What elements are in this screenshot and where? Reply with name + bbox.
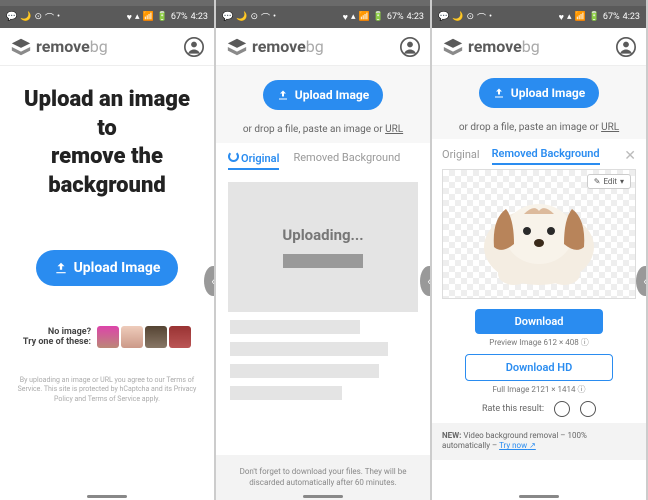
- sample-thumb[interactable]: [169, 326, 191, 348]
- logo-icon: [10, 36, 32, 58]
- spinner-icon: [228, 151, 239, 162]
- chevron-down-icon: ▾: [620, 177, 624, 186]
- tab-original[interactable]: Original: [228, 151, 279, 170]
- info-icon[interactable]: ⓘ: [578, 385, 586, 394]
- edit-button[interactable]: ✎Edit▾: [587, 174, 631, 189]
- discard-notice: Don't forget to download your files. The…: [216, 455, 430, 500]
- tab-removed-bg[interactable]: Removed Background: [293, 151, 400, 170]
- upload-image-button[interactable]: Upload Image: [263, 80, 383, 110]
- brand-logo[interactable]: removebg: [442, 36, 540, 58]
- uploading-text: Uploading...: [282, 226, 363, 244]
- app-header: removebg: [216, 28, 430, 66]
- try-now-link[interactable]: Try now ↗: [499, 441, 536, 450]
- logo-icon: [226, 36, 248, 58]
- status-bar: 💬🌙⊙⌒• ♥▴📶🔋67%4:23: [432, 6, 646, 28]
- no-image-text: No image?Try one of these:: [23, 327, 91, 349]
- dog-image: [464, 179, 614, 289]
- legal-text: By uploading an image or URL you agree t…: [0, 368, 214, 411]
- upload-preview: Uploading...: [228, 182, 418, 312]
- status-bar: 💬🌙⊙⌒• ♥▴📶🔋67%4:23: [216, 6, 430, 28]
- download-hd-button[interactable]: Download HD: [465, 354, 614, 381]
- tab-original[interactable]: Original: [442, 148, 480, 164]
- brand-logo[interactable]: removebg: [226, 36, 324, 58]
- result-image: ✎Edit▾: [442, 169, 636, 299]
- smile-icon[interactable]: [554, 401, 570, 417]
- status-bar: 💬🌙⊙⌒• ♥▴📶🔋67%4:23: [0, 6, 214, 28]
- preview-dimensions: Preview Image 612 × 408 ⓘ: [442, 337, 636, 348]
- hero-headline: Upload an image toremove the background: [12, 86, 202, 200]
- nav-handle: [303, 495, 343, 498]
- pencil-icon: ✎: [594, 177, 601, 186]
- app-header: removebg: [0, 28, 214, 66]
- side-drawer-handle[interactable]: ‹: [420, 266, 430, 296]
- download-button[interactable]: Download: [475, 309, 604, 334]
- upload-icon: [277, 89, 289, 101]
- upload-icon: [54, 261, 68, 275]
- battery-pct: 67%: [171, 12, 188, 22]
- upload-image-button[interactable]: Upload Image: [36, 250, 179, 286]
- sample-thumb[interactable]: [145, 326, 167, 348]
- frown-icon[interactable]: [580, 401, 596, 417]
- tab-removed-bg[interactable]: Removed Background: [492, 147, 600, 165]
- account-icon[interactable]: [184, 37, 204, 57]
- phone-screen-3: 💬🌙⊙⌒• ♥▴📶🔋67%4:23 removebg Upload Image …: [432, 0, 648, 500]
- url-link[interactable]: URL: [601, 122, 619, 133]
- result-tabs: Original Removed Background ✕: [442, 143, 636, 169]
- progress-bar: [283, 254, 363, 268]
- rate-result: Rate this result:: [442, 401, 636, 417]
- side-drawer-handle[interactable]: ‹: [636, 266, 646, 296]
- brand-logo[interactable]: removebg: [10, 36, 108, 58]
- close-icon[interactable]: ✕: [624, 148, 636, 164]
- logo-icon: [442, 36, 464, 58]
- drop-hint: or drop a file, paste an image or URL: [432, 122, 646, 133]
- full-dimensions: Full Image 2121 × 1414 ⓘ: [442, 384, 636, 395]
- account-icon[interactable]: [616, 37, 636, 57]
- account-icon[interactable]: [400, 37, 420, 57]
- upload-image-button[interactable]: Upload Image: [479, 78, 599, 108]
- phone-screen-2: 💬🌙⊙⌒• ♥▴📶🔋67%4:23 removebg Upload Image …: [216, 0, 432, 500]
- phone-screen-1: 💬🌙⊙⌒• ♥▴📶🔋67%4:23 removebg Upload an ima…: [0, 0, 216, 500]
- result-tabs: Original Removed Background: [216, 143, 430, 178]
- upload-icon: [493, 87, 505, 99]
- sample-thumbnails: [97, 326, 191, 348]
- nav-handle: [87, 495, 127, 498]
- nav-handle: [519, 495, 559, 498]
- new-feature-banner: NEW: Video background removal – 100% aut…: [432, 423, 646, 460]
- skeleton-loader: [230, 320, 416, 400]
- sample-thumb[interactable]: [121, 326, 143, 348]
- info-icon[interactable]: ⓘ: [581, 338, 589, 347]
- url-link[interactable]: URL: [385, 124, 403, 135]
- app-header: removebg: [432, 28, 646, 66]
- sample-thumb[interactable]: [97, 326, 119, 348]
- drop-hint: or drop a file, paste an image or URL: [216, 124, 430, 135]
- brand-name: removebg: [36, 37, 108, 56]
- clock: 4:23: [191, 12, 208, 22]
